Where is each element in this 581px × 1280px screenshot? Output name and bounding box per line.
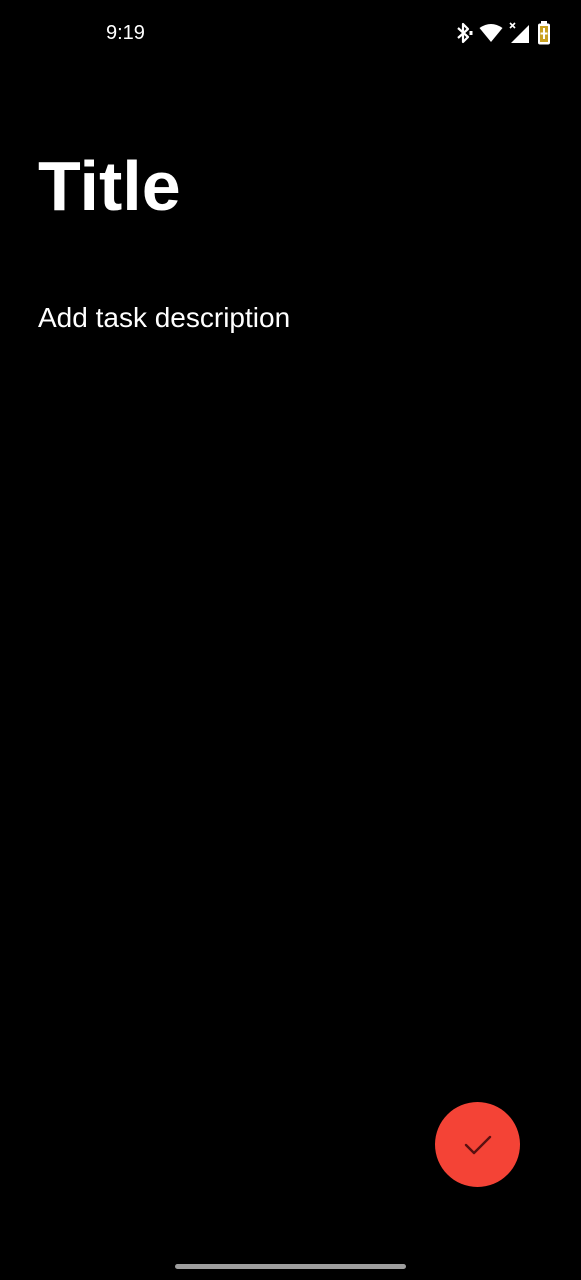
checkmark-icon [463, 1134, 493, 1156]
bluetooth-icon [455, 22, 473, 44]
wifi-icon [479, 23, 503, 43]
cellular-signal-icon [509, 22, 531, 44]
gesture-nav-handle[interactable] [175, 1264, 406, 1269]
status-icons [455, 20, 551, 46]
status-bar: 9:19 [0, 0, 581, 66]
title-input[interactable]: Title [38, 146, 538, 226]
battery-icon [537, 21, 551, 45]
save-task-button[interactable] [435, 1102, 520, 1187]
description-input[interactable]: Add task description [38, 300, 538, 336]
status-time: 9:19 [106, 22, 145, 44]
